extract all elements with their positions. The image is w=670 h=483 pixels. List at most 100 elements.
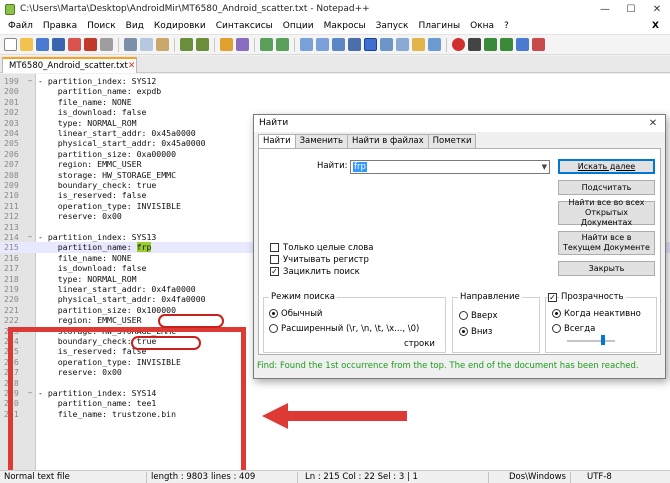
save-all-icon[interactable] <box>52 38 65 51</box>
find-icon[interactable] <box>220 38 233 51</box>
new-file-icon[interactable] <box>4 38 17 51</box>
minimize-button[interactable]: — <box>592 0 618 18</box>
fold-marker-icon[interactable]: − <box>28 232 36 242</box>
annotation-oval-linear-addr <box>158 314 224 328</box>
menu-plugins[interactable]: Плагины <box>413 21 465 31</box>
sync-horizontal-icon[interactable] <box>316 38 329 51</box>
menu-run[interactable]: Запуск <box>371 21 414 31</box>
line-content: partition_name: expdb <box>38 86 162 97</box>
maximize-button[interactable]: ☐ <box>618 0 644 18</box>
line-number: 215 <box>4 242 19 253</box>
direction-down-label: Вниз <box>471 327 493 337</box>
mode-extended-radio[interactable] <box>269 324 278 333</box>
find-all-open-docs-button[interactable]: Найти все во всех Открытых Документах <box>558 198 655 227</box>
transparency-slider-track[interactable] <box>567 340 615 342</box>
direction-up-radio[interactable] <box>459 311 468 320</box>
menu-search[interactable]: Поиск <box>82 21 121 31</box>
run-macro-multiple-icon[interactable] <box>500 38 513 51</box>
close-document-button[interactable]: X <box>647 21 664 31</box>
status-separator <box>297 472 298 483</box>
monitoring-icon[interactable] <box>428 38 441 51</box>
match-case-checkbox[interactable] <box>270 255 279 264</box>
doc-map-icon[interactable] <box>396 38 409 51</box>
menu-window[interactable]: Окна <box>465 21 499 31</box>
word-wrap-icon[interactable] <box>332 38 345 51</box>
wrap-around-checkbox[interactable]: ✓ <box>270 267 279 276</box>
record-macro-icon[interactable] <box>452 38 465 51</box>
line-number: 202 <box>4 107 19 118</box>
line-content: reserve: 0x00 <box>38 211 122 222</box>
folder-workspace-icon[interactable] <box>412 38 425 51</box>
play-macro-icon[interactable] <box>484 38 497 51</box>
indent-guide-icon[interactable] <box>364 38 377 51</box>
menu-language[interactable]: Синтаксисы <box>211 21 278 31</box>
transparency-slider-thumb[interactable] <box>601 335 605 345</box>
menu-file[interactable]: Файл <box>3 21 38 31</box>
line-text: type: NORMAL_ROM <box>38 118 137 128</box>
tab-find-in-files[interactable]: Найти в файлах <box>346 134 429 148</box>
redo-icon[interactable] <box>196 38 209 51</box>
line-content: operation_type: INVISIBLE <box>38 200 181 211</box>
menu-encoding[interactable]: Кодировки <box>149 21 211 31</box>
menu-bar: Файл Правка Поиск Вид Кодировки Синтакси… <box>0 18 670 35</box>
menu-macro[interactable]: Макросы <box>319 21 371 31</box>
sync-vertical-icon[interactable] <box>300 38 313 51</box>
tab-replace[interactable]: Заменить <box>294 134 348 148</box>
toolbar-separator <box>254 37 255 52</box>
count-button[interactable]: Подсчитать <box>558 180 655 195</box>
undo-icon[interactable] <box>180 38 193 51</box>
line-content: type: NORMAL_ROM <box>38 273 137 284</box>
line-number: 205 <box>4 138 19 149</box>
print-icon[interactable] <box>100 38 113 51</box>
stop-macro-icon[interactable] <box>468 38 481 51</box>
line-number: 214 <box>4 232 19 242</box>
tab-find[interactable]: Найти <box>258 134 296 149</box>
dialog-status-message: Find: Found the 1st occurrence from the … <box>257 361 639 371</box>
chevron-down-icon[interactable]: ▼ <box>542 161 547 173</box>
save-icon[interactable] <box>36 38 49 51</box>
show-all-chars-icon[interactable] <box>348 38 361 51</box>
line-text: type: NORMAL_ROM <box>38 274 137 284</box>
menu-settings[interactable]: Опции <box>278 21 319 31</box>
save-macro-icon[interactable] <box>516 38 529 51</box>
tab-mark[interactable]: Пометки <box>427 134 477 148</box>
paste-icon[interactable] <box>156 38 169 51</box>
zoom-in-icon[interactable] <box>260 38 273 51</box>
transparency-checkbox[interactable]: ✓ <box>548 293 557 302</box>
whole-word-checkbox[interactable] <box>270 243 279 252</box>
window-title: C:\Users\Marta\Desktop\AndroidMir\MT6580… <box>20 4 370 14</box>
menu-help[interactable]: ? <box>499 21 514 31</box>
editor-line[interactable]: 199− - partition_index: SYS12 <box>0 76 670 86</box>
dialog-close-button[interactable]: ✕ <box>644 115 662 132</box>
editor-line[interactable]: 201 file_name: NONE <box>0 97 670 107</box>
close-dialog-button[interactable]: Закрыть <box>558 261 655 276</box>
find-all-current-doc-button[interactable]: Найти все в Текущем Документе <box>558 231 655 255</box>
tab-scatter-file[interactable]: MT6580_Android_scatter.txt ✕ <box>2 57 137 73</box>
menu-edit[interactable]: Правка <box>38 21 82 31</box>
find-what-input[interactable]: frp ▼ <box>350 160 550 174</box>
close-file-icon[interactable] <box>68 38 81 51</box>
toolbar-separator <box>294 37 295 52</box>
annotation-highlight-box <box>8 327 246 470</box>
line-number: 218 <box>4 273 19 284</box>
close-all-icon[interactable] <box>84 38 97 51</box>
cut-icon[interactable] <box>124 38 137 51</box>
transparency-always-radio[interactable] <box>552 324 561 333</box>
direction-down-radio[interactable] <box>459 327 468 336</box>
menu-view[interactable]: Вид <box>121 21 149 31</box>
copy-icon[interactable] <box>140 38 153 51</box>
zoom-out-icon[interactable] <box>276 38 289 51</box>
find-next-button[interactable]: Искать далее <box>558 159 655 174</box>
editor-line[interactable]: 200 partition_name: expdb <box>0 86 670 96</box>
transparency-inactive-radio[interactable] <box>552 309 561 318</box>
open-file-icon[interactable] <box>20 38 33 51</box>
spellcheck-icon[interactable] <box>532 38 545 51</box>
toolbar-separator <box>446 37 447 52</box>
tab-close-icon[interactable]: ✕ <box>128 61 136 71</box>
mode-normal-radio[interactable] <box>269 309 278 318</box>
line-text: operation_type: INVISIBLE <box>38 201 181 211</box>
function-list-icon[interactable] <box>380 38 393 51</box>
close-window-button[interactable]: ✕ <box>644 0 670 18</box>
fold-marker-icon[interactable]: − <box>28 76 36 86</box>
replace-icon[interactable] <box>236 38 249 51</box>
